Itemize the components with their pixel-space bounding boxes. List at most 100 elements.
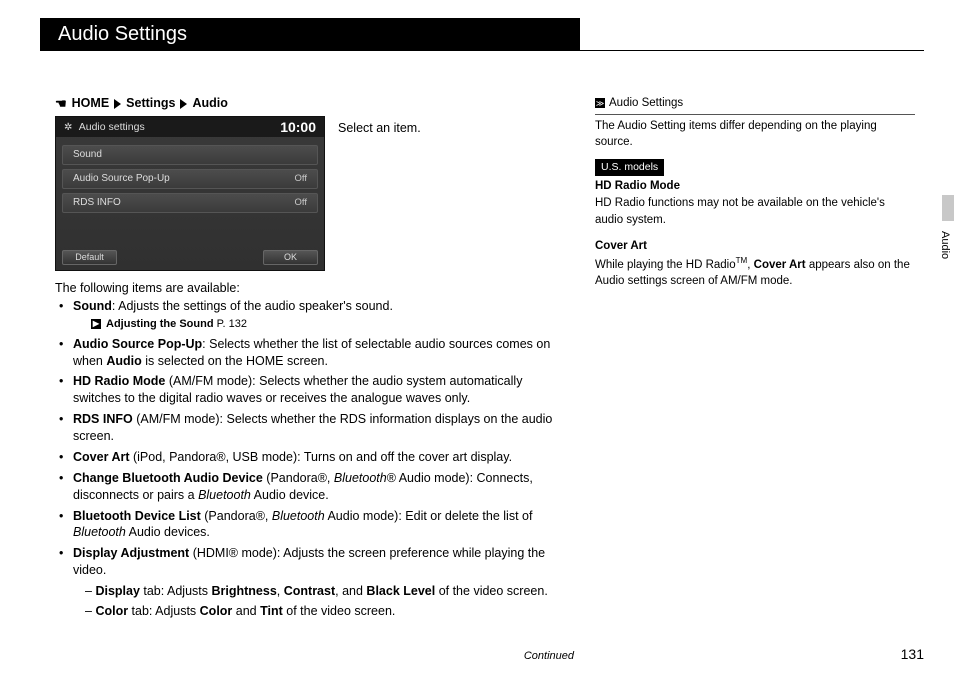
bold-inline: Brightness: [211, 584, 276, 598]
bold-inline: Contrast: [284, 584, 335, 598]
row-label: RDS INFO: [73, 196, 121, 210]
text: and: [232, 604, 260, 618]
item-term: RDS INFO: [73, 412, 133, 426]
header-rule: [40, 50, 924, 51]
row-value: Off: [295, 173, 308, 186]
sub-list: – Display tab: Adjusts Brightness, Contr…: [73, 583, 570, 620]
xref-page: P. 132: [217, 317, 247, 332]
text: tab: Adjusts: [140, 584, 212, 598]
note-text: While playing the HD RadioTM, Cover Art …: [595, 255, 915, 290]
note-heading: HD Radio Mode: [595, 178, 915, 195]
item-term: Display Adjustment: [73, 546, 189, 560]
bold-inline: Black Level: [366, 584, 435, 598]
xref-text: Adjusting the Sound: [106, 317, 214, 332]
item-desc: (iPod, Pandora®, USB mode): Turns on and…: [130, 450, 513, 464]
italic-inline: Bluetooth: [334, 471, 387, 485]
list-item: Cover Art (iPod, Pandora®, USB mode): Tu…: [55, 449, 570, 466]
item-desc: Audio mode): Edit or delete the list of: [325, 509, 533, 523]
page-title: Audio Settings: [58, 21, 187, 48]
item-desc: Audio devices.: [126, 525, 210, 539]
italic-inline: Bluetooth: [198, 488, 251, 502]
text: While playing the HD Radio: [595, 259, 736, 271]
italic-inline: Bluetooth: [73, 525, 126, 539]
note-text: HD Radio functions may not be available …: [595, 195, 915, 228]
page-title-bar: Audio Settings: [40, 18, 580, 50]
cross-reference: ▶ Adjusting the Sound P. 132: [91, 317, 570, 332]
text: ,: [277, 584, 284, 598]
bold-inline: Color: [95, 604, 128, 618]
continued-label: Continued: [524, 649, 574, 664]
text: , and: [335, 584, 366, 598]
text: of the video screen.: [435, 584, 548, 598]
page-header: Audio Settings: [40, 18, 924, 50]
list-item: Audio Source Pop-Up: Selects whether the…: [55, 336, 570, 370]
crumb-settings: Settings: [126, 95, 175, 112]
divider: [595, 114, 915, 115]
text: tab: Adjusts: [128, 604, 200, 618]
items-intro: The following items are available:: [55, 280, 240, 297]
triangle-icon: [114, 99, 121, 109]
item-desc: (AM/FM mode): Selects whether the RDS in…: [73, 412, 552, 443]
text: of the video screen.: [283, 604, 396, 618]
item-term: HD Radio Mode: [73, 374, 165, 388]
row-label: Audio Source Pop-Up: [73, 172, 170, 186]
thumb-tab: [942, 195, 954, 221]
list-item: Change Bluetooth Audio Device (Pandora®,…: [55, 470, 570, 504]
settings-item-list: Sound: Adjusts the settings of the audio…: [55, 298, 570, 624]
row-label: Sound: [73, 148, 102, 162]
sub-item: – Display tab: Adjusts Brightness, Contr…: [73, 583, 570, 600]
row-value: Off: [295, 197, 308, 210]
dash: –: [85, 584, 95, 598]
audio-settings-screenshot: ✲ Audio settings 10:00 Sound Audio Sourc…: [55, 116, 325, 271]
breadcrumb: ☚ HOME Settings Audio: [55, 95, 228, 113]
screenshot-clock: 10:00: [280, 118, 316, 137]
list-item: Display Adjustment (HDMI® mode): Adjusts…: [55, 545, 570, 620]
bold-inline: Audio: [106, 354, 141, 368]
screenshot-titlebar: ✲ Audio settings 10:00: [56, 117, 324, 137]
bold-inline: Display: [95, 584, 139, 598]
sidebar-title: Audio Settings: [609, 95, 683, 112]
note-text: The Audio Setting items differ depending…: [595, 118, 915, 151]
hand-icon: ☚: [55, 95, 67, 113]
item-desc: is selected on the HOME screen.: [142, 354, 328, 368]
default-button: Default: [62, 250, 117, 265]
list-item: HD Radio Mode (AM/FM mode): Selects whet…: [55, 373, 570, 407]
sidebar-notes: ≫ Audio Settings The Audio Setting items…: [595, 95, 915, 290]
sidebar-header: ≫ Audio Settings: [595, 95, 915, 112]
item-desc: Audio device.: [251, 488, 329, 502]
item-term: Bluetooth Device List: [73, 509, 201, 523]
region-badge: U.S. models: [595, 159, 664, 176]
trademark-sup: TM: [736, 256, 748, 265]
list-item: Sound: [62, 145, 318, 165]
list-item: RDS INFO (AM/FM mode): Selects whether t…: [55, 411, 570, 445]
sub-item: – Color tab: Adjusts Color and Tint of t…: [73, 603, 570, 620]
list-item: Audio Source Pop-Up Off: [62, 169, 318, 189]
list-item: RDS INFO Off: [62, 193, 318, 213]
italic-inline: Bluetooth: [272, 509, 325, 523]
crumb-home: HOME: [72, 95, 110, 112]
bold-inline: Tint: [260, 604, 283, 618]
list-item: Bluetooth Device List (Pandora®, Bluetoo…: [55, 508, 570, 542]
dash: –: [85, 604, 95, 618]
screenshot-title: Audio settings: [79, 121, 145, 133]
instruction-text: Select an item.: [338, 120, 421, 137]
xref-icon: ▶: [91, 319, 101, 329]
note-heading: Cover Art: [595, 238, 915, 255]
item-term: Change Bluetooth Audio Device: [73, 471, 263, 485]
item-desc: (Pandora®,: [263, 471, 334, 485]
item-desc: : Adjusts the settings of the audio spea…: [112, 299, 393, 313]
item-desc: (Pandora®,: [201, 509, 272, 523]
item-term: Audio Source Pop-Up: [73, 337, 202, 351]
item-term: Cover Art: [73, 450, 130, 464]
section-tab-label: Audio: [935, 225, 954, 265]
xref-icon: ≫: [595, 98, 605, 108]
ok-button: OK: [263, 250, 318, 265]
bold-inline: Color: [200, 604, 233, 618]
page-number: 131: [901, 645, 924, 664]
bold-inline: Cover Art: [754, 259, 806, 271]
triangle-icon: [180, 99, 187, 109]
item-term: Sound: [73, 299, 112, 313]
list-item: Sound: Adjusts the settings of the audio…: [55, 298, 570, 332]
crumb-audio: Audio: [192, 95, 227, 112]
gear-icon: ✲: [64, 122, 72, 133]
